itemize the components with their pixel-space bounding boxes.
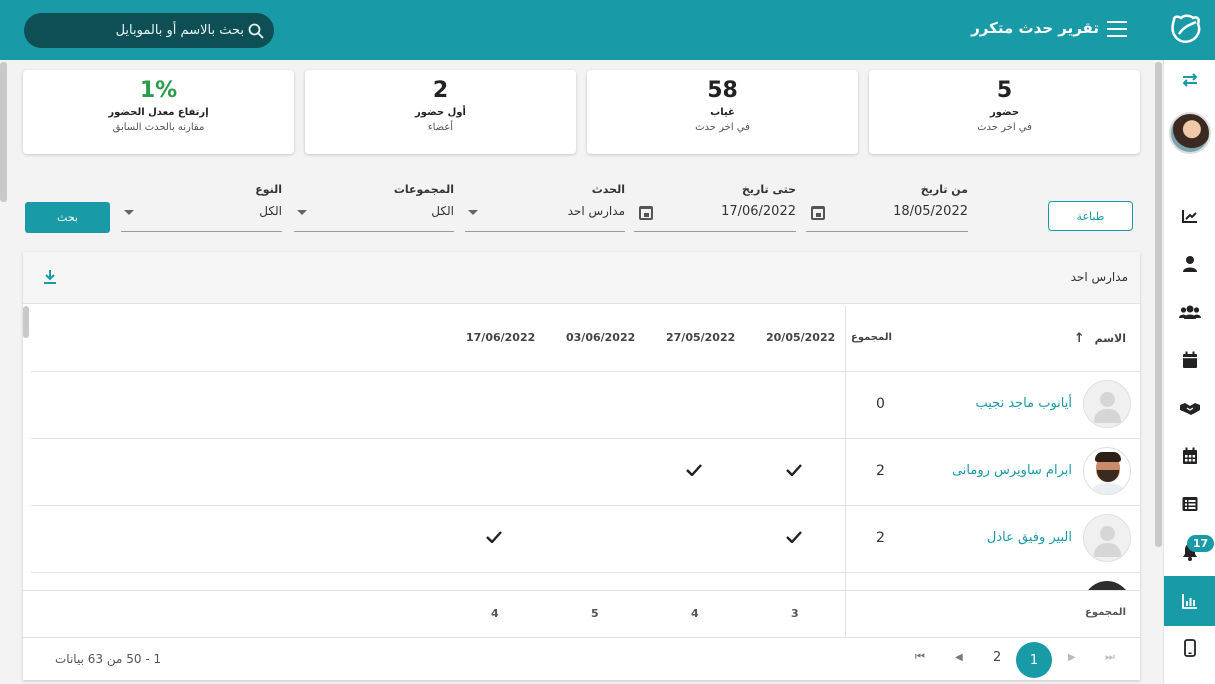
- search-button[interactable]: بحث: [25, 202, 110, 233]
- totals-label: المجموع: [1085, 607, 1126, 618]
- from-date-value: 18/05/2022: [893, 204, 968, 219]
- to-date-value: 17/06/2022: [721, 204, 796, 219]
- name-header-label: الاسم: [1094, 332, 1126, 345]
- from-date-field[interactable]: من تاريخ 18/05/2022: [806, 183, 968, 232]
- stat-sub: في اخر حدث: [977, 122, 1032, 133]
- top-bar: بحث بالاسم أو بالموبايل تقرير حدث متكرر: [0, 0, 1215, 60]
- event-select[interactable]: الحدث مدارس احد: [465, 183, 625, 232]
- chart-icon[interactable]: [1164, 196, 1215, 236]
- search-input[interactable]: بحث بالاسم أو بالموبايل: [24, 13, 274, 48]
- search-placeholder: بحث بالاسم أو بالموبايل: [115, 23, 244, 38]
- stat-sub: مقارنه بالحدث السابق: [112, 122, 205, 133]
- menu-icon[interactable]: [1107, 21, 1127, 39]
- chevron-down-icon: [124, 210, 134, 215]
- date-column-header: 20/05/2022: [766, 331, 836, 344]
- calendar-grid-icon[interactable]: [1164, 436, 1215, 476]
- date-column-header: 17/06/2022: [466, 331, 536, 344]
- sidebar: [1163, 60, 1215, 684]
- stat-label: أول حضور: [415, 107, 466, 118]
- first-page-icon[interactable]: ⏮: [915, 650, 925, 664]
- row-total: 2: [876, 463, 885, 479]
- from-date-label: من تاريخ: [920, 183, 968, 196]
- total-column-header: المجموع: [851, 332, 892, 343]
- mobile-icon[interactable]: [1164, 628, 1215, 668]
- stat-card-first-attendance: 2 أول حضور أعضاء: [305, 70, 576, 154]
- column-total: 3: [791, 607, 799, 620]
- stat-card-absence: 58 غياب في اخر حدث: [587, 70, 858, 154]
- checkmark-icon: [786, 464, 802, 476]
- row-total: 0: [876, 396, 885, 412]
- stat-value: 1%: [139, 78, 178, 103]
- chevron-down-icon: [297, 210, 307, 215]
- avatar: [1083, 380, 1131, 428]
- prev-page-icon[interactable]: ◀: [955, 652, 963, 663]
- table-scrollbar[interactable]: [23, 306, 29, 338]
- stat-card-attendance-rate: 1% إرتفاع معدل الحضور مقارنه بالحدث السا…: [23, 70, 294, 154]
- report-title: مدارس احد: [1070, 270, 1128, 284]
- checkmark-icon: [686, 464, 702, 476]
- column-total: 4: [691, 607, 699, 620]
- report-panel: مدارس احد الاسم ↑ المجموع 20/05/2022 27/…: [23, 252, 1140, 680]
- swap-icon[interactable]: [1164, 60, 1215, 100]
- totals-row: [23, 590, 1140, 638]
- page-button-active[interactable]: 1: [1016, 642, 1052, 678]
- main-scrollbar[interactable]: [0, 62, 7, 202]
- date-column-header: 03/06/2022: [566, 331, 636, 344]
- date-column-header: 27/05/2022: [666, 331, 736, 344]
- stat-sub: في اخر حدث: [695, 122, 750, 133]
- stat-label: حضور: [989, 107, 1020, 118]
- user-avatar[interactable]: [1169, 112, 1211, 154]
- calendar-icon[interactable]: [1164, 340, 1215, 380]
- print-button[interactable]: طباعة: [1048, 201, 1133, 231]
- column-total: 5: [591, 607, 599, 620]
- type-label: النوع: [255, 183, 282, 196]
- groups-label: المجموعات: [393, 183, 454, 196]
- download-icon[interactable]: [43, 269, 57, 285]
- stat-label: غياب: [710, 107, 735, 118]
- member-name-link[interactable]: ابرام ساويرس رومانى: [952, 463, 1072, 478]
- logo-icon[interactable]: [1166, 10, 1206, 50]
- user-icon[interactable]: [1164, 244, 1215, 284]
- sort-arrow-up-icon[interactable]: ↑: [1074, 331, 1085, 346]
- page-scrollbar[interactable]: [1155, 62, 1162, 547]
- users-icon[interactable]: [1164, 292, 1215, 332]
- next-page-icon[interactable]: ▶: [1068, 652, 1076, 663]
- calendar-picker-icon[interactable]: [639, 206, 653, 220]
- stat-card-attendance: 5 حضور في اخر حدث: [869, 70, 1140, 154]
- stat-value: 2: [432, 78, 449, 103]
- page-title: تقرير حدث متكرر: [971, 19, 1099, 37]
- page-button[interactable]: 2: [993, 650, 1001, 665]
- groups-value: الكل: [431, 204, 454, 218]
- type-value: الكل: [259, 204, 282, 218]
- to-date-field[interactable]: حتى تاريخ 17/06/2022: [634, 183, 796, 232]
- checkmark-icon: [786, 531, 802, 543]
- handshake-icon[interactable]: [1164, 388, 1215, 428]
- avatar: [1083, 447, 1131, 495]
- chevron-down-icon: [468, 210, 478, 215]
- to-date-label: حتى تاريخ: [741, 183, 796, 196]
- pagination-info: 1 - 50 من 63 بيانات: [55, 652, 162, 666]
- stat-value: 5: [996, 78, 1013, 103]
- type-select[interactable]: النوع الكل: [121, 183, 282, 232]
- checkmark-icon: [486, 531, 502, 543]
- row-total: 2: [876, 530, 885, 546]
- notification-badge: 17: [1187, 535, 1214, 552]
- column-total: 4: [491, 607, 499, 620]
- member-name-link[interactable]: البير وفيق عادل: [987, 530, 1072, 545]
- bar-chart-icon[interactable]: [1164, 576, 1215, 626]
- stat-sub: أعضاء: [427, 122, 454, 133]
- calendar-picker-icon[interactable]: [811, 206, 825, 220]
- search-icon: [248, 23, 264, 39]
- stat-label: إرتفاع معدل الحضور: [108, 107, 209, 118]
- avatar: [1083, 514, 1131, 562]
- report-header: مدارس احد: [23, 252, 1140, 304]
- event-label: الحدث: [591, 183, 625, 196]
- stat-value: 58: [707, 78, 738, 103]
- last-page-icon[interactable]: ⏭: [1105, 650, 1115, 664]
- event-value: مدارس احد: [567, 204, 625, 218]
- list-icon[interactable]: [1164, 484, 1215, 524]
- member-name-link[interactable]: أيانوب ماجد نجيب: [975, 396, 1072, 411]
- name-column-header[interactable]: الاسم ↑: [1074, 331, 1126, 346]
- groups-select[interactable]: المجموعات الكل: [294, 183, 454, 232]
